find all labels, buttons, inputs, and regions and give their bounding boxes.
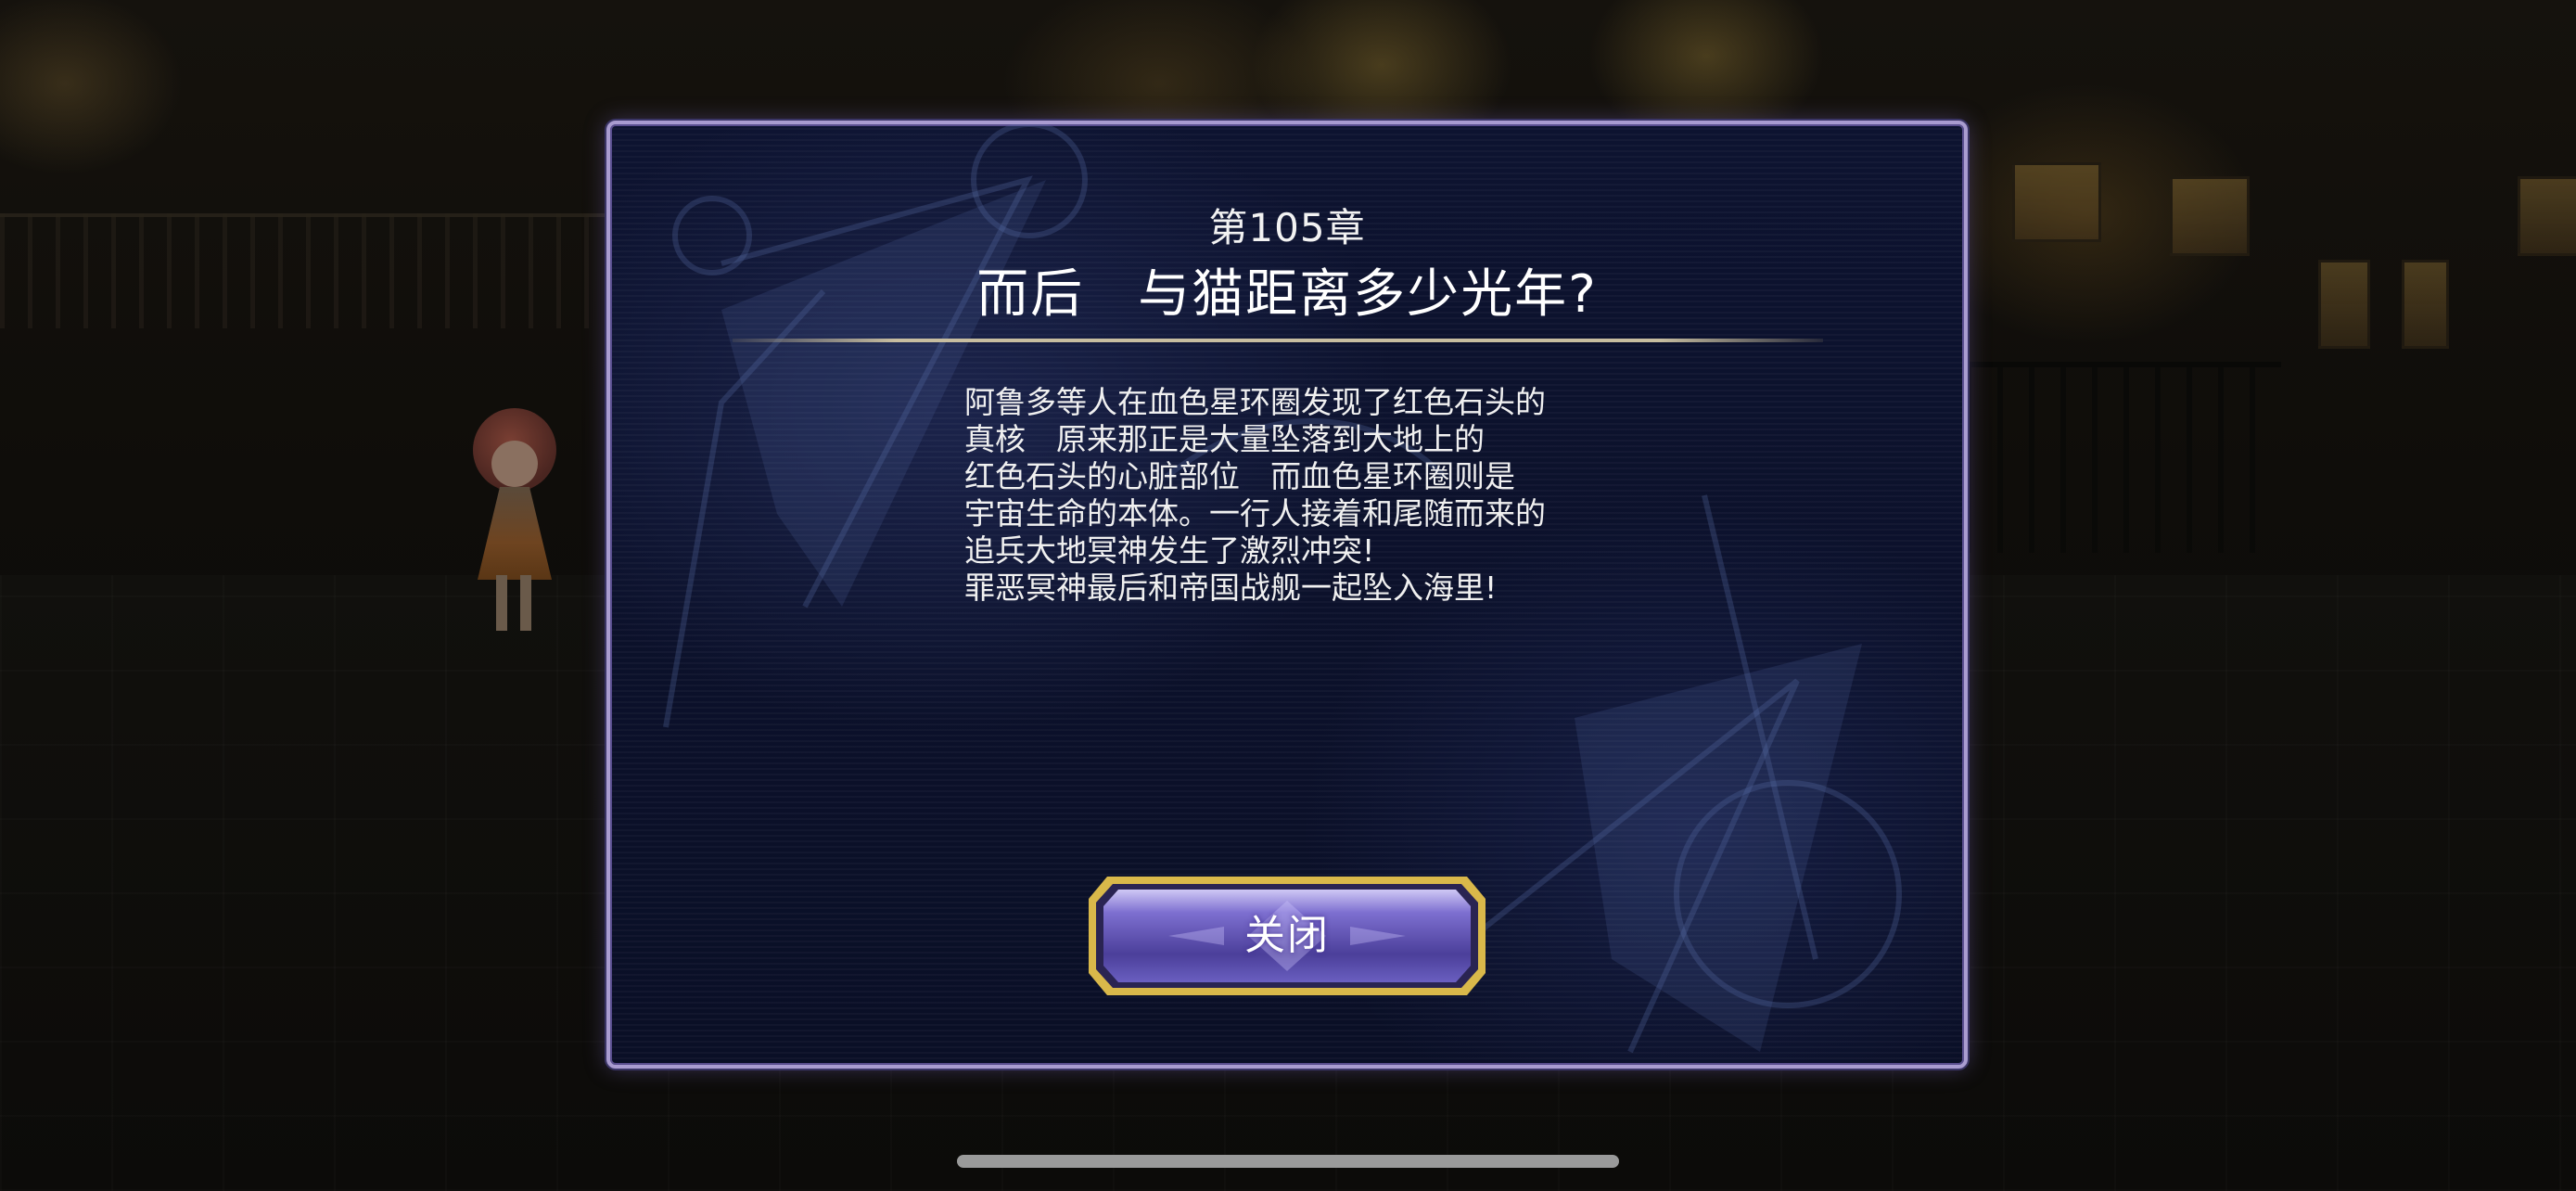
description-line: 红色石头的心脏部位 而血色星环圈则是 xyxy=(964,458,1515,494)
chapter-summary-dialog: 第105章 而后 与猫距离多少光年? 阿鲁多等人在血色星环圈发现了红色石头的 真核… xyxy=(606,121,1968,1069)
building-window xyxy=(2318,260,2370,349)
home-indicator-bar[interactable] xyxy=(957,1155,1619,1168)
title-divider xyxy=(733,339,1823,342)
description-line: 真核 原来那正是大量坠落到大地上的 xyxy=(964,421,1485,457)
description-line: 追兵大地冥神发生了激烈冲突! xyxy=(964,532,1375,569)
chapter-title: 而后 与猫距离多少光年? xyxy=(976,264,1598,325)
building-window xyxy=(2402,260,2449,349)
building-window xyxy=(2518,176,2576,256)
building-window xyxy=(2170,176,2250,256)
iron-fence-right xyxy=(1966,362,2281,553)
close-button[interactable]: 关闭 xyxy=(1085,873,1489,999)
description-line: 宇宙生命的本体。一行人接着和尾随而来的 xyxy=(964,495,1546,531)
chapter-description: 阿鲁多等人在血色星环圈发现了红色石头的 真核 原来那正是大量坠落到大地上的 红色石头… xyxy=(964,384,1669,607)
description-line: 阿鲁多等人在血色星环圈发现了红色石头的 xyxy=(964,384,1546,420)
description-line: 罪恶冥神最后和帝国战舰一起坠入海里! xyxy=(964,570,1498,606)
chapter-number: 第105章 xyxy=(1208,205,1366,250)
close-button-label: 关闭 xyxy=(1244,912,1330,959)
character-face xyxy=(491,441,538,487)
character-legs xyxy=(496,575,533,631)
building-window xyxy=(2012,162,2101,242)
character-dress xyxy=(478,487,552,580)
iron-fence-left xyxy=(0,213,612,328)
chibi-character xyxy=(450,408,580,640)
